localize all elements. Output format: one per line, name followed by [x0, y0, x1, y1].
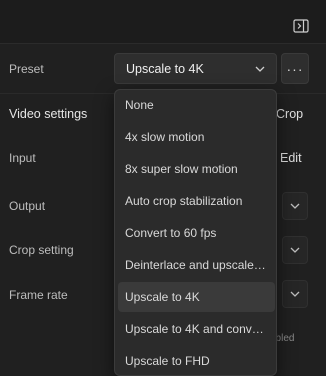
chevron-down-icon	[254, 63, 266, 78]
dropdown-option[interactable]: Deinterlace and upscale to FHD	[115, 250, 276, 280]
chevron-down-icon	[290, 247, 300, 253]
video-settings-heading: Video settings	[9, 107, 88, 121]
frame-rate-label: Frame rate	[9, 288, 68, 302]
more-options-icon: ···	[286, 60, 304, 77]
more-options-button[interactable]: ···	[281, 53, 309, 84]
dropdown-option[interactable]: Upscale to 4K and convert to 60 fps	[115, 314, 276, 344]
chevron-down-icon	[290, 203, 300, 209]
preset-select[interactable]: Upscale to 4K	[114, 53, 277, 84]
crop-setting-label: Crop setting	[9, 243, 74, 257]
crop-setting-select[interactable]	[282, 236, 308, 264]
dropdown-option[interactable]: Upscale to FHD	[115, 346, 276, 375]
preset-select-value: Upscale to 4K	[126, 62, 204, 76]
dropdown-option[interactable]: 4x slow motion	[115, 122, 276, 152]
crop-tab[interactable]: Crop	[276, 107, 303, 121]
chevron-down-icon	[290, 291, 300, 297]
output-label: Output	[9, 199, 46, 213]
output-select[interactable]	[282, 192, 308, 220]
dropdown-option[interactable]: Auto crop stabilization	[115, 186, 276, 216]
dropdown-option[interactable]: 8x super slow motion	[115, 154, 276, 184]
input-label: Input	[9, 151, 36, 165]
preset-label: Preset	[9, 62, 44, 76]
edit-button[interactable]: Edit	[280, 151, 302, 165]
preset-dropdown-menu: None 4x slow motion 8x super slow motion…	[114, 89, 277, 376]
dropdown-option[interactable]: None	[115, 90, 276, 120]
title-bar	[0, 0, 326, 44]
dropdown-option[interactable]: Convert to 60 fps	[115, 218, 276, 248]
panel-toggle-icon[interactable]	[290, 15, 312, 37]
dropdown-option-selected[interactable]: Upscale to 4K	[118, 282, 275, 312]
frame-rate-select[interactable]	[282, 280, 308, 308]
